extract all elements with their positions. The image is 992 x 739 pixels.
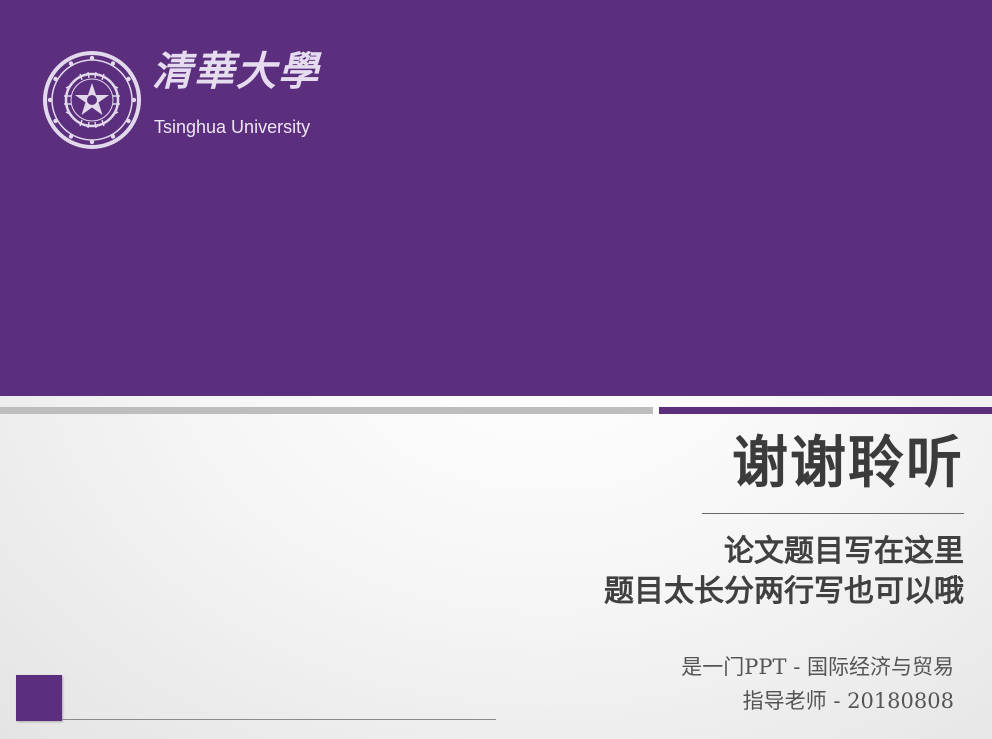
title-underline [702,513,964,514]
divider-purple [659,407,992,414]
university-logo: 清華大學 Tsinghua University [42,50,342,150]
presentation-meta: 是一门PPT - 国际经济与贸易 指导老师 - 20180808 [681,650,954,718]
advisor-line: 指导老师 - 20180808 [742,689,954,713]
slide-title: 谢谢聆听 [732,431,964,496]
university-name-cn: 清華大學 [152,48,320,95]
slide: 清華大學 Tsinghua University 谢谢聆听 论文题目写在这里 题… [0,0,992,739]
university-seal-icon [43,51,141,149]
subtitle-line-2: 题目太长分两行写也可以哦 [604,574,964,609]
course-line: 是一门PPT - 国际经济与贸易 [681,655,954,679]
header-band: 清華大學 Tsinghua University [0,0,992,396]
university-name-en: Tsinghua University [154,117,311,137]
subtitle-line-1: 论文题目写在这里 [724,534,964,569]
divider-gray [0,407,653,414]
thesis-subtitle: 论文题目写在这里 题目太长分两行写也可以哦 [604,532,964,612]
bottom-rule [62,719,496,720]
corner-accent-square [16,675,62,721]
